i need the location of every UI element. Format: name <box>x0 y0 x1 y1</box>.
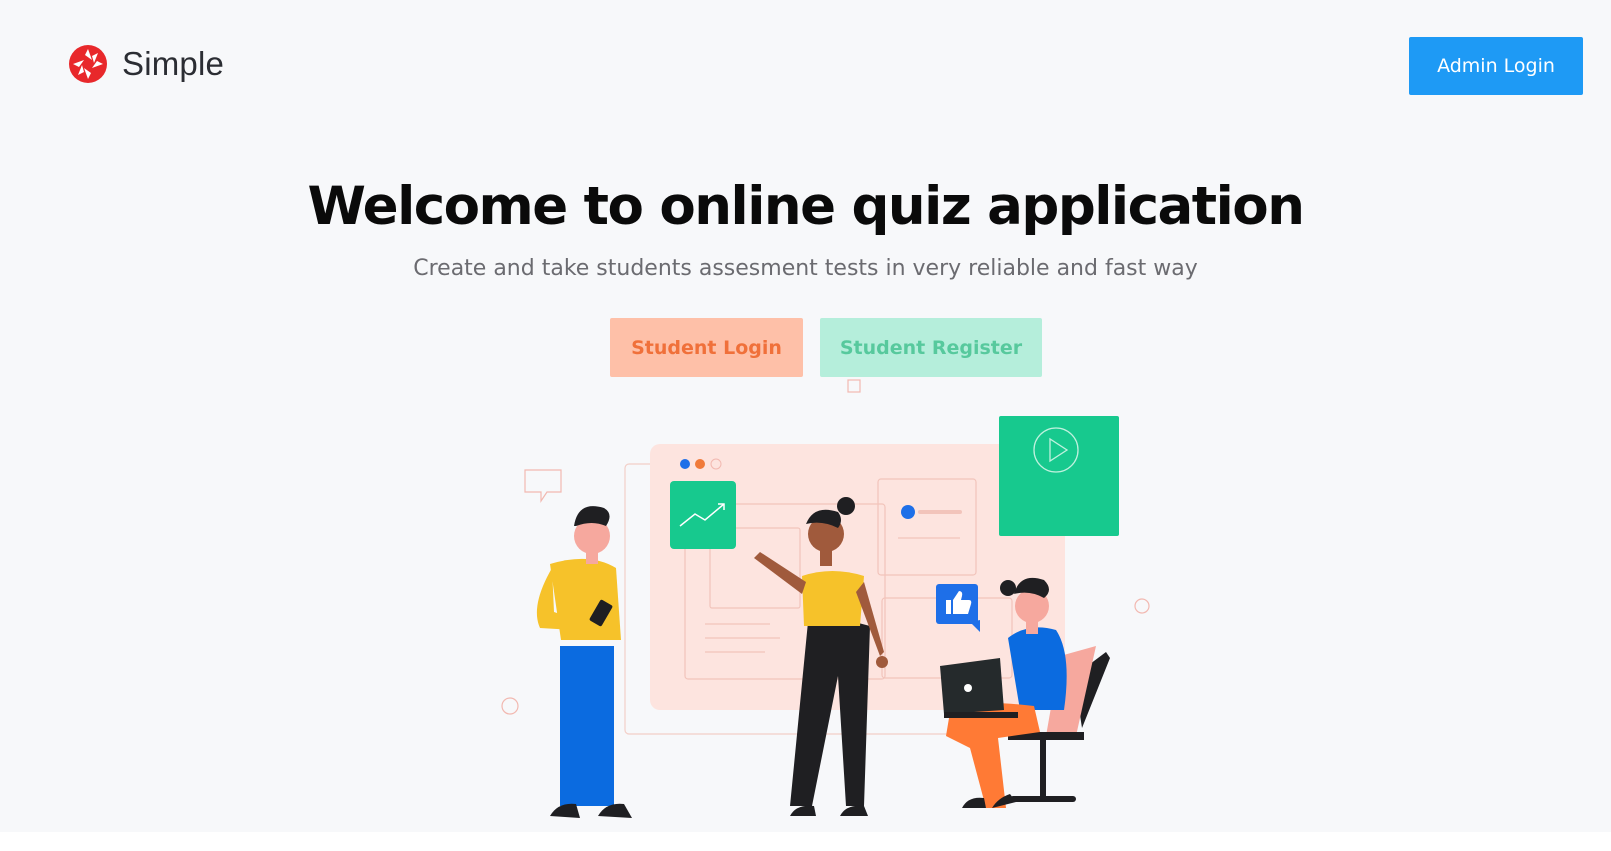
play-icon <box>999 416 1119 536</box>
decor-square <box>847 379 861 393</box>
admin-login-button[interactable]: Admin Login <box>1409 37 1583 95</box>
brand-name: Simple <box>122 45 225 82</box>
hero-illustration <box>501 379 1150 818</box>
student-login-button[interactable]: Student Login <box>610 318 803 377</box>
toggle-dot <box>901 505 915 519</box>
student-register-button[interactable]: Student Register <box>820 318 1042 377</box>
brand[interactable]: Simple <box>68 44 224 84</box>
decor-circle-left <box>501 697 519 715</box>
decor-circle-right <box>1134 598 1150 614</box>
window-dot-orange <box>695 459 705 469</box>
person-standing-man <box>536 506 632 818</box>
page-subtitle: Create and take students assesment tests… <box>413 256 1198 281</box>
aperture-icon <box>69 45 107 83</box>
page-footer-strip <box>0 832 1611 851</box>
chat-bubble-icon <box>524 469 562 503</box>
chart-icon <box>670 481 736 549</box>
window-dot-blue <box>680 459 690 469</box>
page-title: Welcome to online quiz application <box>307 176 1305 237</box>
